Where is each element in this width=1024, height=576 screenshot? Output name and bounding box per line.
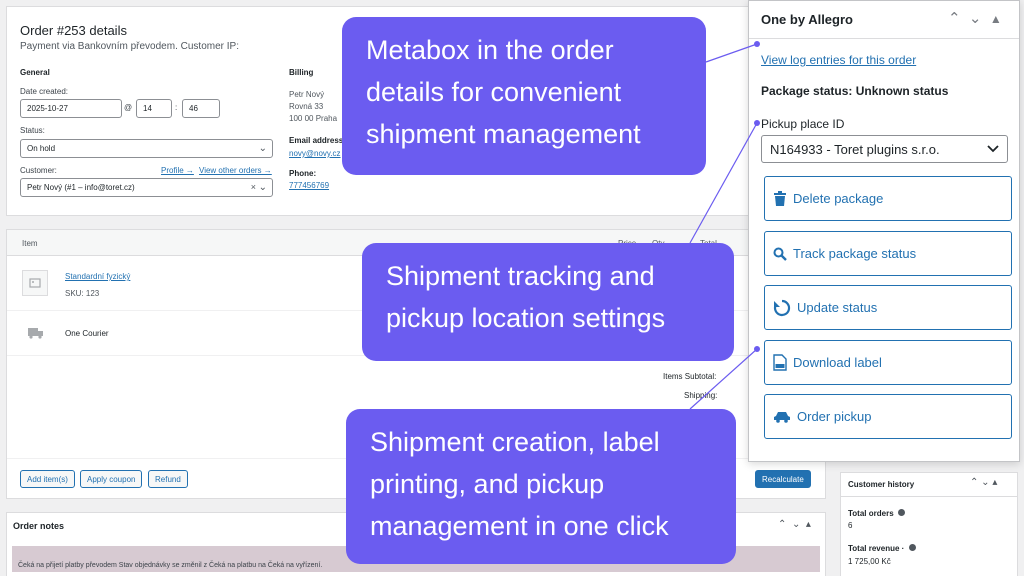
connector-dot	[754, 41, 760, 47]
callout-metabox: Metabox in the order details for conveni…	[342, 17, 706, 175]
callout-creation: Shipment creation, label printing, and p…	[346, 409, 736, 564]
connector-dot	[754, 346, 760, 352]
connector-metabox	[705, 43, 758, 63]
callout-tracking: Shipment tracking and pickup location se…	[362, 243, 734, 361]
connector-dot	[754, 120, 760, 126]
